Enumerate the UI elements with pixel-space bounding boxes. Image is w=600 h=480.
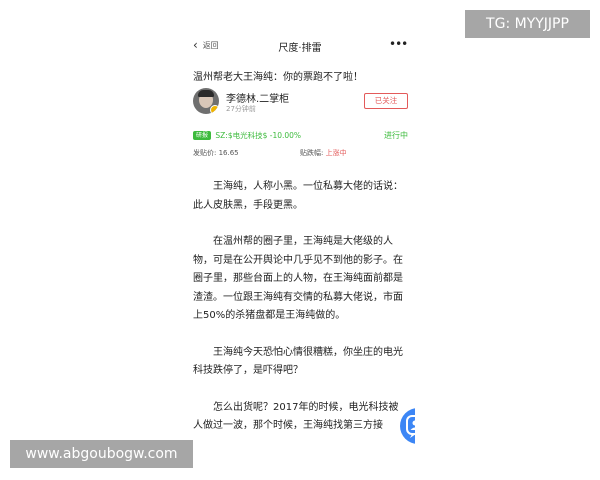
article-paragraph: 在温州帮的圈子里，王海纯是大佬级的人物，可是在公开舆论中几乎见不到他的影子。在圈…: [193, 236, 403, 321]
article-headline: 温州帮老大王海纯：你的票跑不了啦！: [193, 72, 363, 83]
post-price: 发贴价: 16.65: [193, 149, 239, 157]
author-name[interactable]: 李德林.二掌柜: [226, 90, 289, 105]
back-button[interactable]: ‹ 返回: [193, 39, 229, 53]
post-time: 27分钟前: [226, 105, 256, 113]
article-paragraph: 王海纯今天恐怕心情很糟糕，你坐庄的电光科技跌停了，是吓得吧？: [193, 346, 403, 377]
verified-badge-icon: [210, 105, 219, 114]
tag-status[interactable]: 进行中: [384, 130, 408, 141]
stock-tag-link[interactable]: SZ:$电光科技$ -10.00%: [215, 131, 301, 140]
back-label: 返回: [202, 40, 219, 50]
article-screen: ‹ 返回 尺度·排雷 ••• 温州帮老大王海纯：你的票跑不了啦！ 李德林.二掌柜…: [185, 30, 415, 480]
top-bar: ‹ 返回 尺度·排雷 •••: [185, 30, 415, 60]
author-row: 李德林.二掌柜 27分钟前 已关注: [193, 88, 408, 118]
tag-chip: 研报: [193, 131, 212, 140]
page-title: 尺度·排雷: [278, 43, 322, 54]
avatar-hair: [198, 90, 214, 97]
chevron-left-icon: ‹: [193, 38, 198, 52]
watermark-top-right: TG: MYYJJPP: [465, 10, 590, 38]
article-paragraph: 怎么出货呢？2017年的时候，电光科技被人做过一波，那个时候，王海纯找第三方接: [193, 401, 399, 432]
more-dots-icon[interactable]: •••: [389, 37, 408, 51]
avatar[interactable]: [193, 88, 219, 114]
follow-button[interactable]: 已关注: [364, 93, 408, 109]
fall-label: 贴跌幅:: [300, 149, 326, 157]
stock-tag-row: 研报 SZ:$电光科技$ -10.00% 进行中: [193, 130, 408, 142]
price-meta-row: 发贴价: 16.65 贴跌幅: 上涨中: [193, 148, 408, 158]
fall-meta: 贴跌幅: 上涨中: [300, 148, 347, 158]
article-body: 王海纯，人称小黑。一位私募大佬的话说：此人皮肤黑，手段更黑。 在温州帮的圈子里，…: [193, 178, 408, 454]
chat-users-glyph: [406, 415, 415, 438]
fall-value: 上涨中: [325, 149, 347, 157]
chat-users-icon[interactable]: [400, 408, 415, 444]
watermark-bottom-left: www.abgoubogw.com: [10, 440, 193, 468]
article-paragraph: 王海纯，人称小黑。一位私募大佬的话说：此人皮肤黑，手段更黑。: [193, 181, 403, 211]
